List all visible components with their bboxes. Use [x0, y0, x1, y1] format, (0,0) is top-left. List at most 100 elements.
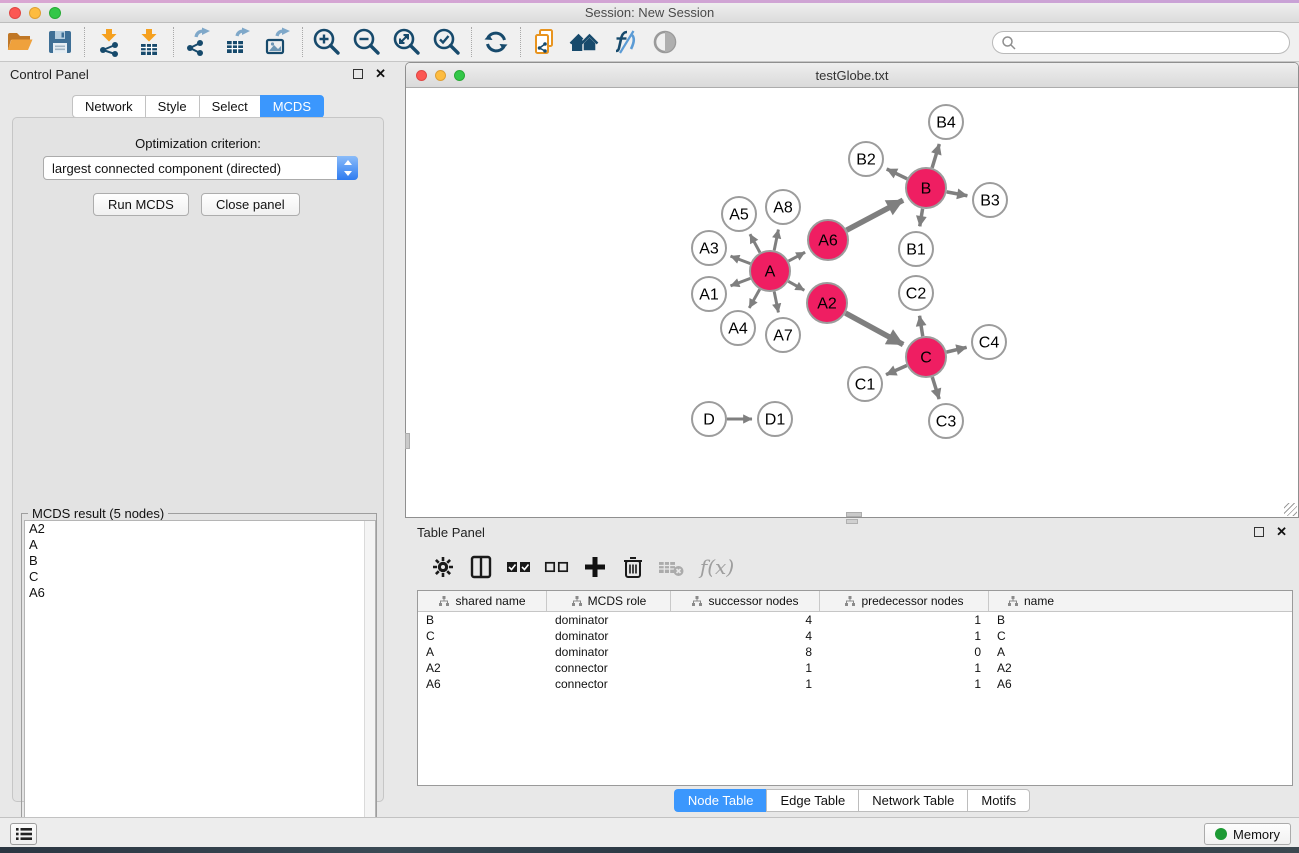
- memory-button[interactable]: Memory: [1204, 823, 1291, 845]
- save-session-button[interactable]: [40, 25, 80, 59]
- home-button[interactable]: [565, 25, 605, 59]
- graph-edge-B-B2[interactable]: [887, 169, 907, 179]
- zoom-window-button[interactable]: [454, 70, 465, 81]
- graph-edge-A-A8[interactable]: [774, 230, 778, 251]
- mcds-result-item[interactable]: B: [25, 553, 375, 569]
- column-header-name[interactable]: name: [989, 591, 1072, 611]
- tab-edge-table[interactable]: Edge Table: [766, 789, 858, 812]
- mcds-result-item[interactable]: C: [25, 569, 375, 585]
- graph-node-A6[interactable]: A6: [808, 220, 848, 260]
- table-row[interactable]: A2connector11A2: [418, 660, 1292, 676]
- mcds-result-item[interactable]: A: [25, 537, 375, 553]
- graph-node-C2[interactable]: C2: [899, 276, 933, 310]
- graph-edge-A-A6[interactable]: [789, 252, 806, 261]
- close-window-button[interactable]: [9, 7, 21, 19]
- network-window-controls[interactable]: [416, 70, 465, 81]
- table-row[interactable]: A6connector11A6: [418, 676, 1292, 692]
- create-column-button[interactable]: [579, 551, 611, 583]
- graph-edge-A2-C[interactable]: [845, 313, 903, 344]
- zoom-in-button[interactable]: [307, 25, 347, 59]
- node-table[interactable]: shared nameMCDS rolesuccessor nodesprede…: [417, 590, 1293, 786]
- export-network-button[interactable]: [178, 25, 218, 59]
- tab-network-table[interactable]: Network Table: [858, 789, 967, 812]
- close-panel-icon[interactable]: ✕: [1276, 524, 1287, 540]
- horizontal-scroll-thumb[interactable]: [846, 512, 862, 517]
- tab-style[interactable]: Style: [145, 95, 199, 118]
- table-row[interactable]: Adominator80A: [418, 644, 1292, 660]
- tab-mcds[interactable]: MCDS: [260, 95, 324, 118]
- graph-edge-C-C4[interactable]: [946, 347, 966, 352]
- graph-edge-A-A4[interactable]: [749, 289, 759, 308]
- minimize-window-button[interactable]: [29, 7, 41, 19]
- mcds-result-list[interactable]: A2ABCA6: [24, 520, 376, 850]
- graph-edge-A-A1[interactable]: [731, 278, 751, 285]
- resize-grip-icon[interactable]: [1284, 503, 1297, 516]
- graph-edge-A-A7[interactable]: [774, 292, 778, 313]
- apply-layout-button[interactable]: [476, 25, 516, 59]
- graph-edge-C-C2[interactable]: [920, 316, 923, 337]
- close-window-button[interactable]: [416, 70, 427, 81]
- graph-edge-B-B1[interactable]: [920, 209, 923, 227]
- select-all-columns-button[interactable]: [503, 551, 535, 583]
- tab-motifs[interactable]: Motifs: [967, 789, 1030, 812]
- mcds-result-item[interactable]: A2: [25, 521, 375, 537]
- vertical-scroll-thumb[interactable]: [405, 433, 410, 449]
- graph-edge-A-A2[interactable]: [788, 281, 804, 290]
- tab-select[interactable]: Select: [199, 95, 260, 118]
- graph-node-C1[interactable]: C1: [848, 367, 882, 401]
- run-mcds-button[interactable]: Run MCDS: [93, 193, 189, 216]
- graphics-details-button[interactable]: [605, 25, 645, 59]
- clone-network-button[interactable]: [525, 25, 565, 59]
- graph-edge-B-B4[interactable]: [932, 144, 939, 168]
- network-graph[interactable]: AA1A2A3A4A5A6A7A8BB1B2B3B4CC1C2C3C4DD1: [406, 89, 1298, 517]
- table-row[interactable]: Bdominator41B: [418, 612, 1292, 628]
- column-header-MCDS-role[interactable]: MCDS role: [547, 591, 671, 611]
- graph-node-A4[interactable]: A4: [721, 311, 755, 345]
- import-table-button[interactable]: [129, 25, 169, 59]
- graph-node-B2[interactable]: B2: [849, 142, 883, 176]
- show-columns-button[interactable]: [465, 551, 497, 583]
- graph-node-A7[interactable]: A7: [766, 318, 800, 352]
- export-image-button[interactable]: [258, 25, 298, 59]
- zoom-window-button[interactable]: [49, 7, 61, 19]
- import-network-button[interactable]: [89, 25, 129, 59]
- float-panel-icon[interactable]: [353, 69, 363, 79]
- graph-edge-A6-B[interactable]: [847, 200, 903, 230]
- graph-node-C4[interactable]: C4: [972, 325, 1006, 359]
- column-header-successor-nodes[interactable]: successor nodes: [671, 591, 820, 611]
- function-builder-button[interactable]: f(x): [693, 551, 741, 583]
- graph-node-D1[interactable]: D1: [758, 402, 792, 436]
- close-panel-button[interactable]: Close panel: [201, 193, 300, 216]
- eye-button[interactable]: [645, 25, 685, 59]
- graph-node-C[interactable]: C: [906, 337, 946, 377]
- graph-edge-A-A3[interactable]: [731, 256, 751, 263]
- mcds-result-item[interactable]: A6: [25, 585, 375, 601]
- unselect-all-columns-button[interactable]: [541, 551, 573, 583]
- tab-network[interactable]: Network: [72, 95, 145, 118]
- delete-table-button[interactable]: [655, 551, 687, 583]
- graph-edge-C-C3[interactable]: [932, 377, 939, 399]
- graph-node-B4[interactable]: B4: [929, 105, 963, 139]
- graph-node-A1[interactable]: A1: [692, 277, 726, 311]
- graph-node-A3[interactable]: A3: [692, 231, 726, 265]
- network-canvas[interactable]: AA1A2A3A4A5A6A7A8BB1B2B3B4CC1C2C3C4DD1: [406, 89, 1298, 517]
- search-input[interactable]: [1017, 32, 1289, 53]
- column-header-predecessor-nodes[interactable]: predecessor nodes: [820, 591, 989, 611]
- tab-node-table[interactable]: Node Table: [674, 789, 767, 812]
- window-controls[interactable]: [9, 7, 61, 19]
- graph-edge-A-A5[interactable]: [750, 234, 760, 252]
- graph-node-B[interactable]: B: [906, 168, 946, 208]
- table-row[interactable]: Cdominator41C: [418, 628, 1292, 644]
- task-history-button[interactable]: [10, 823, 37, 845]
- graph-node-C3[interactable]: C3: [929, 404, 963, 438]
- graph-node-A8[interactable]: A8: [766, 190, 800, 224]
- zoom-out-button[interactable]: [347, 25, 387, 59]
- graph-node-A2[interactable]: A2: [807, 283, 847, 323]
- table-settings-button[interactable]: [427, 551, 459, 583]
- export-table-button[interactable]: [218, 25, 258, 59]
- zoom-fit-button[interactable]: [387, 25, 427, 59]
- close-panel-icon[interactable]: ✕: [375, 66, 386, 82]
- graph-node-B1[interactable]: B1: [899, 232, 933, 266]
- graph-node-D[interactable]: D: [692, 402, 726, 436]
- network-window-titlebar[interactable]: testGlobe.txt: [406, 63, 1298, 88]
